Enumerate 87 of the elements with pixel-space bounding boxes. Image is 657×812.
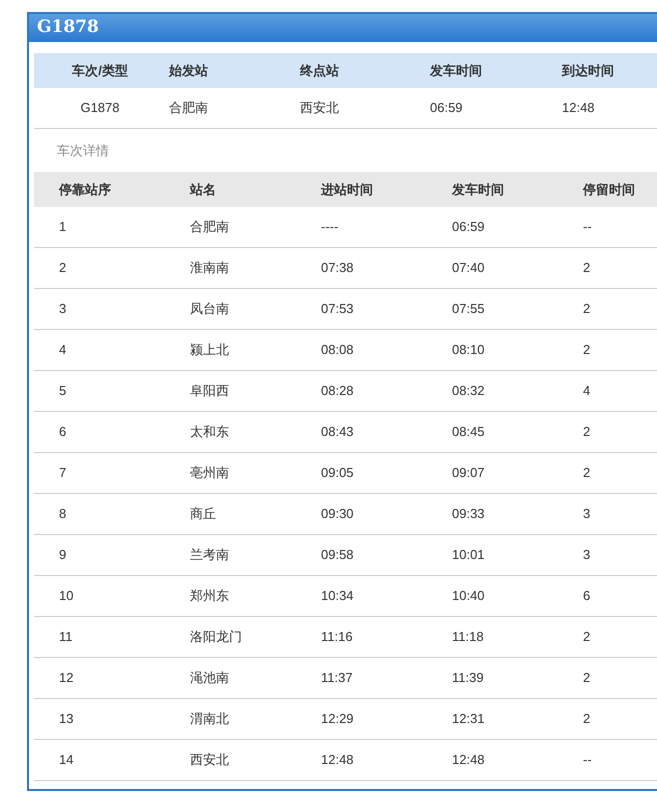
table-cell: 12:31 [452, 711, 485, 726]
column-header: 发车时间 [430, 62, 482, 78]
table-cell: 10 [59, 588, 74, 604]
table-cell: 渑池南 [190, 670, 229, 686]
table-cell: 7 [59, 465, 66, 480]
table-cell: 09:07 [452, 465, 485, 480]
table-cell: 11:18 [452, 629, 484, 644]
table-cell: 10:34 [321, 588, 354, 604]
table-cell: 11:39 [452, 670, 484, 686]
table-cell: 3 [583, 506, 590, 522]
table-cell: 10:01 [452, 547, 485, 562]
table-cell: 亳州南 [190, 465, 229, 480]
table-cell: 08:45 [452, 424, 485, 440]
table-cell: 淮南南 [190, 260, 229, 276]
table-cell: 2 [59, 260, 66, 276]
table-cell: 08:10 [452, 342, 485, 358]
column-header: 到达时间 [562, 62, 614, 78]
column-header: 停留时间 [583, 182, 635, 197]
table-cell: 2 [583, 670, 590, 686]
column-header: 车次/类型 [72, 62, 128, 78]
table-cell: 10:40 [452, 588, 485, 604]
table-cell: 3 [583, 547, 590, 562]
table-cell: 郑州东 [190, 588, 229, 604]
table-cell: 西安北 [300, 100, 339, 116]
table-cell: 08:28 [321, 383, 354, 398]
table-cell: 合肥南 [190, 219, 229, 234]
table-cell: 07:40 [452, 260, 485, 276]
table-cell: 4 [583, 383, 590, 398]
table-cell: 08:08 [321, 342, 354, 358]
table-cell: 14 [59, 752, 74, 768]
table-cell: 12:48 [321, 752, 354, 768]
table-cell: 4 [59, 342, 66, 358]
table-cell: 12:48 [452, 752, 485, 768]
column-header: 始发站 [169, 62, 208, 78]
section-heading: 车次详情 [57, 142, 109, 160]
table-cell: 西安北 [190, 752, 229, 768]
table-cell: 06:59 [430, 100, 463, 116]
table-cell: 6 [583, 588, 590, 604]
table-cell: 06:59 [452, 219, 485, 234]
table-cell: 2 [583, 711, 590, 726]
table-cell: 8 [59, 506, 66, 522]
table-cell: 07:55 [452, 301, 485, 316]
column-header: 终点站 [300, 62, 339, 78]
table-cell: G1878 [80, 100, 120, 116]
table-cell: 12:48 [562, 100, 595, 116]
table-cell: 11 [59, 629, 72, 644]
table-cell: 2 [583, 424, 590, 440]
table-cell: 合肥南 [169, 100, 208, 116]
table-cell: -- [583, 219, 592, 234]
table-cell: 11:16 [321, 629, 353, 644]
table-cell: 09:33 [452, 506, 485, 522]
table-cell: 13 [59, 711, 74, 726]
column-header: 发车时间 [452, 182, 504, 197]
table-cell: 09:05 [321, 465, 354, 480]
table-cell: 09:58 [321, 547, 354, 562]
table-cell: 商丘 [190, 506, 216, 522]
table-cell: 2 [583, 301, 590, 316]
table-cell: 07:53 [321, 301, 354, 316]
table-cell: -- [583, 752, 592, 768]
table-cell: 洛阳龙门 [190, 629, 242, 644]
table-cell: 2 [583, 465, 590, 480]
table-cell: 太和东 [190, 424, 229, 440]
table-cell: 6 [59, 424, 66, 440]
table-cell: 3 [59, 301, 66, 316]
table-cell: 2 [583, 629, 590, 644]
table-cell: 渭南北 [190, 711, 229, 726]
column-header: 进站时间 [321, 182, 373, 197]
table-cell: 9 [59, 547, 66, 562]
table-cell: 2 [583, 260, 590, 276]
column-header: 站名 [190, 182, 216, 197]
table-cell: 凤台南 [190, 301, 229, 316]
table-cell: 阜阳西 [190, 383, 229, 398]
table-cell: ---- [321, 219, 338, 234]
table-cell: 08:43 [321, 424, 354, 440]
table-cell: 2 [583, 342, 590, 358]
table-cell: 1 [59, 219, 66, 234]
table-cell: 12:29 [321, 711, 354, 726]
table-cell: 11:37 [321, 670, 353, 686]
table-cell: 兰考南 [190, 547, 229, 562]
table-cell: 5 [59, 383, 66, 398]
table-cell: 09:30 [321, 506, 354, 522]
panel-title: G1878 [37, 16, 99, 40]
column-header: 停靠站序 [59, 182, 111, 197]
table-cell: 颍上北 [190, 342, 229, 358]
table-cell: 12 [59, 670, 74, 686]
table-cell: 07:38 [321, 260, 354, 276]
table-cell: 08:32 [452, 383, 485, 398]
